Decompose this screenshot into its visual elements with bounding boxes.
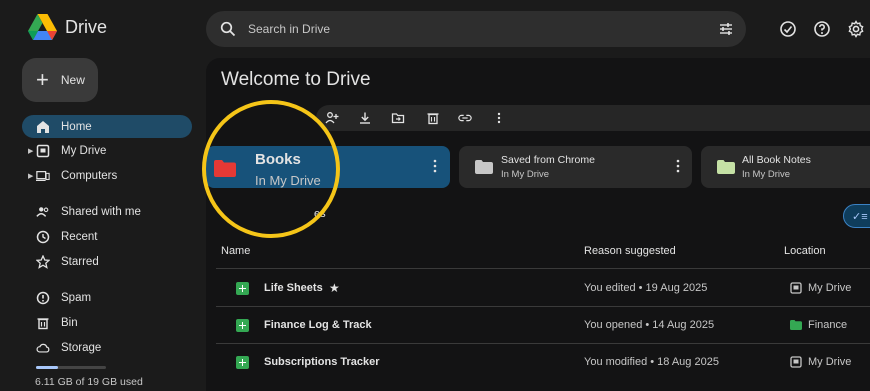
share-add-person-icon[interactable]	[325, 111, 339, 125]
help-icon[interactable]	[813, 20, 831, 38]
folder-card-subtitle: In My Drive	[501, 169, 550, 180]
folder-card-saved-from-chrome[interactable]: Saved from Chrome In My Drive	[459, 146, 692, 188]
section-label: es	[314, 208, 326, 220]
search-icon[interactable]	[220, 21, 236, 37]
google-sheets-icon	[236, 319, 249, 332]
spam-icon	[35, 290, 51, 306]
sidebar-item-label: Spam	[61, 291, 92, 304]
more-actions-icon[interactable]	[492, 111, 506, 125]
page-title: Welcome to Drive	[221, 69, 371, 90]
file-name: Life Sheets	[264, 282, 323, 294]
sidebar-item-label: Home	[61, 120, 92, 133]
folder-card-title: Books	[255, 151, 301, 168]
file-name: Finance Log & Track	[264, 319, 372, 331]
move-to-folder-icon[interactable]	[391, 111, 405, 125]
folder-card-menu-icon[interactable]	[433, 159, 437, 173]
sidebar-item-spam[interactable]: Spam	[22, 286, 192, 309]
trash-icon	[35, 315, 51, 331]
drive-logo[interactable]: Drive	[28, 14, 107, 40]
file-location[interactable]: My Drive	[808, 356, 851, 368]
column-header-location[interactable]: Location	[784, 245, 826, 257]
app-name: Drive	[65, 16, 108, 37]
folder-red-icon	[214, 160, 236, 177]
reason-suggested: You edited • 19 Aug 2025	[584, 282, 708, 294]
folder-grey-icon	[475, 160, 493, 174]
sidebar-item-home[interactable]: Home	[22, 115, 192, 138]
sidebar-item-label: Computers	[61, 169, 118, 182]
table-row[interactable]: Subscriptions Tracker You modified • 18 …	[216, 344, 870, 381]
sidebar-item-label: Starred	[61, 255, 99, 268]
folder-card-subtitle: In My Drive	[255, 173, 321, 188]
folder-green-icon	[790, 320, 802, 330]
file-location[interactable]: My Drive	[808, 282, 851, 294]
folder-card-title: Saved from Chrome	[501, 154, 595, 166]
file-location[interactable]: Finance	[808, 319, 847, 331]
search-input[interactable]: Search in Drive	[248, 22, 330, 36]
selection-toolbar	[316, 105, 870, 131]
my-drive-icon	[790, 282, 802, 294]
sidebar: Drive + New Home ▶ My Drive ▶ Computers …	[0, 0, 205, 391]
reason-suggested: You opened • 14 Aug 2025	[584, 319, 715, 331]
expand-arrow-icon[interactable]: ▶	[28, 147, 33, 155]
ready-for-offline-icon[interactable]	[779, 20, 797, 38]
storage-bar	[36, 366, 106, 369]
sidebar-item-label: Bin	[61, 316, 78, 329]
main-panel: Welcome to Drive Books In My Drive Saved…	[206, 58, 870, 391]
copy-link-icon[interactable]	[458, 111, 472, 125]
column-header-reason[interactable]: Reason suggested	[584, 245, 676, 257]
check-icon: ✓≡	[852, 210, 868, 223]
google-sheets-icon	[236, 356, 249, 369]
home-icon	[35, 119, 51, 135]
sidebar-item-bin[interactable]: Bin	[22, 311, 192, 334]
drive-logo-icon	[28, 14, 57, 40]
sidebar-item-label: My Drive	[61, 144, 107, 157]
star-icon	[35, 254, 51, 270]
storage-usage-text: 6.11 GB of 19 GB used	[35, 376, 143, 388]
google-sheets-icon	[236, 282, 249, 295]
new-button-label: New	[60, 73, 85, 87]
folder-card-books[interactable]: Books In My Drive	[206, 146, 450, 188]
sidebar-item-my-drive[interactable]: ▶ My Drive	[22, 139, 192, 162]
delete-trash-icon[interactable]	[426, 111, 440, 125]
folder-light-green-icon	[717, 160, 735, 174]
sidebar-item-starred[interactable]: Starred	[22, 250, 192, 273]
sidebar-item-label: Shared with me	[61, 205, 141, 218]
expand-arrow-icon[interactable]: ▶	[28, 172, 33, 180]
my-drive-icon	[35, 143, 51, 159]
plus-icon: +	[36, 67, 49, 92]
search-options-icon[interactable]	[718, 21, 734, 37]
storage-bar-fill	[36, 366, 59, 369]
table-row[interactable]: Finance Log & Track You opened • 14 Aug …	[216, 307, 870, 344]
folder-card-title: All Book Notes	[742, 154, 811, 166]
view-toggle-button[interactable]: ✓≡	[843, 204, 870, 228]
clock-icon	[35, 229, 51, 245]
search-bar[interactable]: Search in Drive	[206, 11, 746, 47]
sidebar-item-label: Storage	[61, 341, 102, 354]
folder-card-all-book-notes[interactable]: All Book Notes In My Drive	[701, 146, 870, 188]
folder-card-menu-icon[interactable]	[676, 159, 680, 173]
file-name: Subscriptions Tracker	[264, 356, 380, 368]
sidebar-item-label: Recent	[61, 230, 98, 243]
reason-suggested: You modified • 18 Aug 2025	[584, 356, 719, 368]
table-row[interactable]: Life Sheets ★ You edited • 19 Aug 2025 M…	[216, 270, 870, 307]
sidebar-item-recent[interactable]: Recent	[22, 225, 192, 248]
sidebar-item-shared[interactable]: Shared with me	[22, 200, 192, 223]
starred-icon: ★	[329, 281, 340, 295]
column-header-name[interactable]: Name	[221, 245, 250, 257]
new-button[interactable]: + New	[22, 58, 98, 102]
settings-gear-icon[interactable]	[847, 20, 865, 38]
shared-people-icon	[35, 204, 51, 220]
sidebar-item-storage[interactable]: Storage	[22, 336, 192, 359]
my-drive-icon	[790, 356, 802, 368]
download-icon[interactable]	[358, 111, 372, 125]
computers-icon	[35, 168, 51, 184]
cloud-icon	[35, 340, 51, 356]
header-divider	[216, 268, 870, 269]
folder-card-subtitle: In My Drive	[742, 169, 791, 180]
sidebar-item-computers[interactable]: ▶ Computers	[22, 164, 192, 187]
